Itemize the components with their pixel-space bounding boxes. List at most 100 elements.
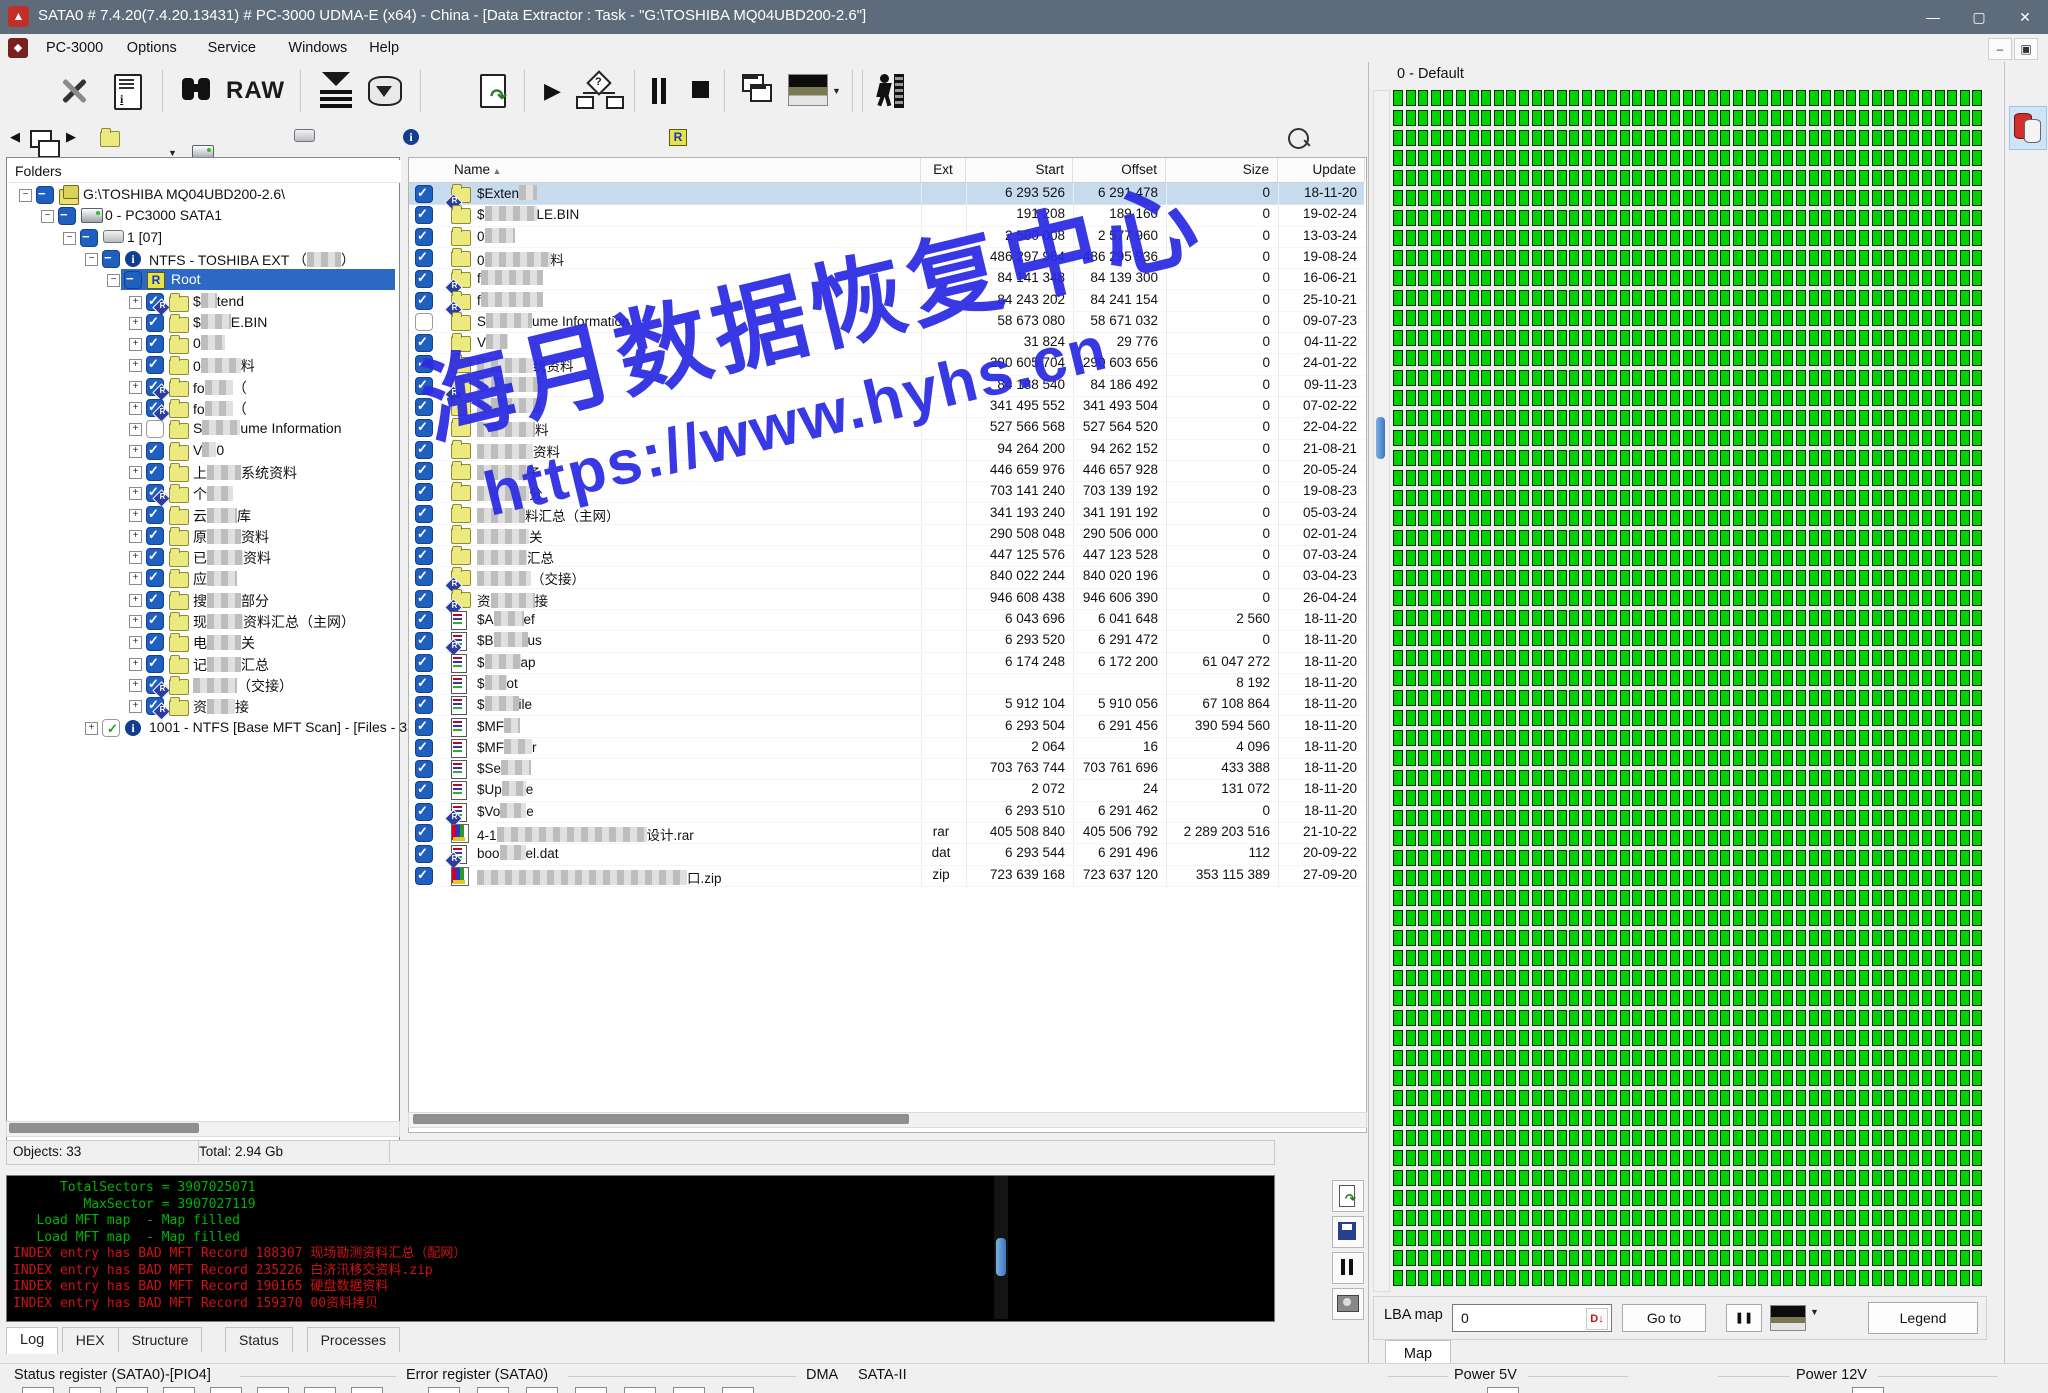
search-icon[interactable]	[1288, 128, 1309, 149]
tree-checkbox[interactable]: ✓	[102, 719, 120, 737]
map-view-button[interactable]	[788, 72, 828, 110]
tree-checkbox[interactable]: ✓	[146, 335, 164, 353]
menu-help[interactable]: Help	[359, 34, 409, 62]
tree-checkbox[interactable]: ✓R	[146, 697, 164, 715]
tree-expand-toggle[interactable]: +	[129, 338, 142, 351]
table-row[interactable]: ✓$Se703 763 744703 761 696433 38818-11-2…	[409, 758, 1364, 780]
tree-expand-toggle[interactable]: +	[129, 296, 142, 309]
table-row[interactable]: ✓02 580 0082 577 960013-03-24	[409, 226, 1364, 248]
tab-status[interactable]: Status	[225, 1327, 293, 1352]
row-checkbox[interactable]: ✓	[415, 185, 433, 203]
mdi-restore-button[interactable]: ▣	[2014, 38, 2038, 60]
menu-service[interactable]: Service	[198, 34, 266, 62]
row-checkbox[interactable]: ✓	[415, 355, 433, 373]
row-checkbox[interactable]: ✓	[415, 781, 433, 799]
row-checkbox[interactable]: ✓	[415, 249, 433, 267]
table-row[interactable]: ✓Rf84 243 20284 241 154025-10-21	[409, 290, 1364, 312]
tree-checkbox[interactable]: ✓R	[146, 676, 164, 694]
row-checkbox[interactable]: ✓	[415, 824, 433, 842]
map-pause-button[interactable]: ❚❚	[1726, 1304, 1762, 1332]
row-checkbox[interactable]: ✓	[415, 441, 433, 459]
tree-expand-toggle[interactable]: +	[129, 636, 142, 649]
row-checkbox[interactable]: ✓	[415, 611, 433, 629]
row-checkbox[interactable]: ✓	[415, 760, 433, 778]
row-checkbox[interactable]: ✓	[415, 739, 433, 757]
tree-expand-toggle[interactable]: +	[129, 572, 142, 585]
column-header-update[interactable]: Update	[1278, 158, 1365, 182]
tree-checkbox[interactable]: −	[58, 207, 76, 225]
tree-expand-toggle[interactable]: −	[19, 189, 32, 202]
tree-expand-toggle[interactable]: +	[129, 594, 142, 607]
table-row[interactable]: ✓R$Bus6 293 5206 291 472018-11-20	[409, 630, 1364, 652]
menu-pc-3000[interactable]: PC-3000	[36, 34, 113, 62]
tree-node[interactable]: +✓云库	[7, 504, 397, 525]
tree-checkbox[interactable]: ✓	[146, 463, 164, 481]
task-properties-button[interactable]: i	[112, 72, 142, 110]
row-checkbox[interactable]: ✓	[415, 696, 433, 714]
close-button[interactable]: ✕	[2002, 0, 2048, 34]
column-header-offset[interactable]: Offset	[1073, 158, 1166, 182]
tree-checkbox[interactable]: −	[102, 250, 120, 268]
row-checkbox[interactable]: ✓	[415, 867, 433, 885]
tree-node[interactable]: +✓Rfo（	[7, 397, 397, 418]
tree-node[interactable]: −−RRoot	[7, 269, 397, 290]
column-header-name[interactable]: Name ▲	[446, 158, 921, 182]
tree-checkbox[interactable]: ✓	[146, 314, 164, 332]
row-checkbox[interactable]: ✓	[415, 292, 433, 310]
tree-checkbox[interactable]: ✓R	[146, 293, 164, 311]
tree-node[interactable]: +Sume Information	[7, 418, 397, 439]
tree-expand-toggle[interactable]: +	[129, 658, 142, 671]
tree-expand-toggle[interactable]: +	[85, 722, 98, 735]
tree-node[interactable]: +✓R$tend	[7, 291, 397, 312]
tree-node[interactable]: −−G:\TOSHIBA MQ04UBD200-2.6\	[7, 184, 397, 205]
tree-checkbox[interactable]: ✓	[146, 569, 164, 587]
pc3000-menu-icon[interactable]: ◆	[8, 38, 28, 58]
table-row[interactable]: ✓R（交接）840 022 244840 020 196003-04-23	[409, 566, 1364, 588]
tree-node[interactable]: +✓电关	[7, 631, 397, 652]
row-checkbox[interactable]: ✓	[415, 505, 433, 523]
row-checkbox[interactable]: ✓	[415, 632, 433, 650]
row-checkbox[interactable]: ✓	[415, 675, 433, 693]
tree-node[interactable]: +✓V0	[7, 440, 397, 461]
table-row[interactable]: Sume Information58 673 08058 671 032009-…	[409, 311, 1364, 333]
table-row[interactable]: ✓Rbooel.datdat6 293 5446 291 49611220-09…	[409, 843, 1364, 865]
tree-expand-toggle[interactable]: −	[41, 210, 54, 223]
minimize-button[interactable]: —	[1910, 0, 1956, 34]
menu-windows[interactable]: Windows	[278, 34, 357, 62]
row-checkbox[interactable]: ✓	[415, 547, 433, 565]
tree-checkbox[interactable]: ✓	[146, 612, 164, 630]
table-row[interactable]: ✓R$Exten6 293 5266 291 478018-11-20	[409, 183, 1364, 205]
table-row[interactable]: ✓子446 659 976446 657 928020-05-24	[409, 460, 1364, 482]
nav-forward-icon[interactable]: ▶	[66, 120, 76, 154]
tab-structure[interactable]: Structure	[118, 1327, 203, 1352]
tree-expand-toggle[interactable]: +	[129, 423, 142, 436]
tree-node[interactable]: +✓搜部分	[7, 589, 397, 610]
disk-copy-icon[interactable]	[2009, 106, 2047, 150]
table-row[interactable]: ✓$Aef6 043 6966 041 6482 56018-11-20	[409, 609, 1364, 631]
tree-expand-toggle[interactable]: +	[129, 700, 142, 713]
log-scrollbar[interactable]	[994, 1176, 1008, 1319]
table-row[interactable]: ✓$ile5 912 1045 910 05667 108 86418-11-2…	[409, 694, 1364, 716]
row-checkbox[interactable]: ✓	[415, 419, 433, 437]
row-checkbox[interactable]: ✓	[415, 462, 433, 480]
tree-checkbox[interactable]: ✓	[146, 506, 164, 524]
table-row[interactable]: ✓V31 82429 776004-11-22	[409, 332, 1364, 354]
table-row[interactable]: ✓关290 508 048290 506 000002-01-24	[409, 524, 1364, 546]
tools-button[interactable]	[58, 72, 92, 110]
tree-expand-toggle[interactable]: −	[63, 232, 76, 245]
table-row[interactable]: ✓R84 188 54084 186 492009-11-23	[409, 375, 1364, 397]
table-row[interactable]: ✓341 495 552341 493 504007-02-22	[409, 396, 1364, 418]
build-map-button[interactable]: ?	[576, 72, 622, 110]
row-checkbox[interactable]: ✓	[415, 654, 433, 672]
tree-expand-toggle[interactable]: +	[129, 381, 142, 394]
tree-checkbox[interactable]: ✓R	[146, 378, 164, 396]
exit-button[interactable]	[878, 72, 908, 110]
tree-checkbox[interactable]: ✓	[146, 442, 164, 460]
tree-expand-toggle[interactable]: +	[129, 359, 142, 372]
sector-map-grid[interactable]	[1393, 90, 1985, 1288]
tree-checkbox[interactable]: ✓	[146, 591, 164, 609]
table-row[interactable]: ✓R$Voe6 293 5106 291 462018-11-20	[409, 801, 1364, 823]
tree-expand-toggle[interactable]: −	[107, 274, 120, 287]
tree-checkbox[interactable]: ✓	[146, 548, 164, 566]
tree-expand-toggle[interactable]: +	[129, 487, 142, 500]
